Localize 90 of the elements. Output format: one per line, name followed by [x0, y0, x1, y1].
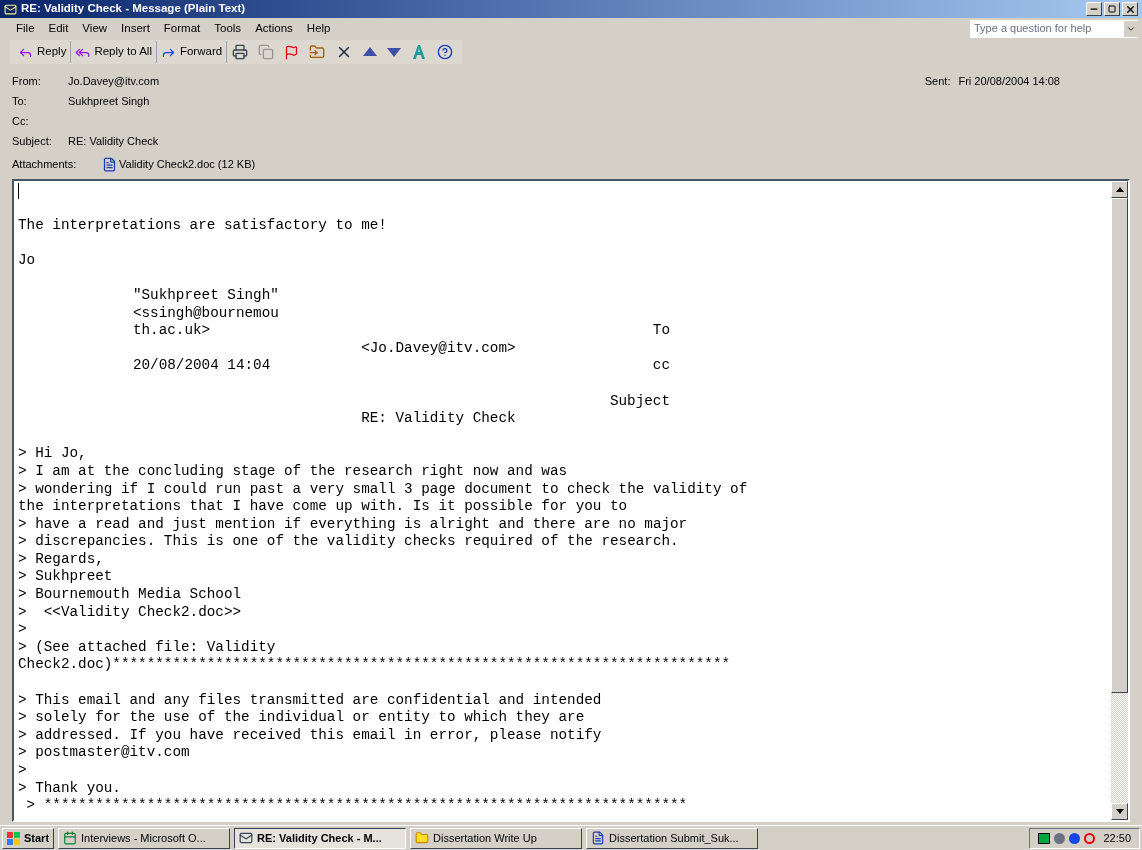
down-triangle-icon [387, 47, 402, 57]
scroll-up-button[interactable] [1111, 181, 1128, 198]
taskbar-button[interactable]: Dissertation Write Up [410, 827, 583, 849]
start-button[interactable]: Start [2, 827, 55, 849]
folder-icon [415, 831, 430, 845]
taskbar-button[interactable]: Interviews - Microsoft O... [58, 827, 231, 849]
quoted-line: > postmaster@itv.com [18, 744, 190, 762]
quoted-line: > have a read and just mention if everything is alright and there are no major [18, 515, 688, 534]
toolbar-button[interactable]: Forward [156, 41, 228, 63]
quoted-line: > solely for the use of the individual or entity to which they are [18, 709, 585, 727]
subject-value: RE: Validity Check [361, 410, 516, 428]
message-body[interactable] [12, 179, 1130, 822]
cc-label: cc [652, 357, 670, 375]
quoted-line: > Bournemouth Media School [18, 586, 242, 604]
quoted-line: > discrepancies. This is one of the validity checks required of the research. [18, 533, 679, 551]
window-title: RE: Validity Check - Message (Plain Text) [21, 1, 246, 17]
body-line: Jo [18, 251, 36, 270]
quoted-line: the interpretations that I have come up with. Is it possible for you to [18, 498, 628, 516]
field-label: Cc: [12, 114, 30, 130]
quoted-line: Check2.doc)************************************************************************ [18, 656, 731, 675]
menu-item[interactable]: Actions [255, 19, 293, 38]
text-cursor [18, 183, 19, 199]
scroll-thumb[interactable] [1111, 198, 1128, 693]
print-icon [232, 44, 249, 60]
sent-date: 20/08/2004 14:04 [132, 357, 271, 375]
letter-a-icon [411, 44, 428, 60]
menu-item[interactable]: File [16, 19, 35, 38]
up-triangle-icon [1115, 187, 1124, 192]
quoted-line: > <<Validity Check2.doc>> [18, 603, 242, 622]
sender-line: "Sukhpreet Singh" [132, 286, 279, 305]
scroll-down-button[interactable] [1111, 803, 1128, 820]
sender-line: <ssingh@bournemou [132, 304, 279, 323]
minimize-button[interactable] [1086, 2, 1102, 16]
quoted-line: > Regards, [18, 550, 104, 569]
taskbar-button[interactable]: RE: Validity Check - M... [234, 827, 407, 849]
menu-item[interactable]: Insert [121, 19, 150, 38]
help-search-field[interactable]: Type a question for help [970, 19, 1138, 38]
close-icon [1124, 3, 1136, 15]
field-value: RE: Validity Check [68, 134, 159, 150]
document-icon [591, 831, 606, 845]
menu-item[interactable]: Format [163, 19, 201, 38]
subject-label: Subject [609, 392, 670, 411]
toolbar-button[interactable]: Reply [14, 41, 72, 63]
copy-icon [258, 44, 275, 60]
sender-line: th.ac.uk> [132, 322, 211, 340]
field-value: Fri 20/08/2004 14:08 [958, 74, 1060, 90]
field-label: From: [12, 74, 42, 90]
quoted-line: > This email and any files transmitted are confidential and intended [18, 691, 602, 710]
toolbar-button[interactable]: Reply to All [71, 41, 157, 63]
folder-arrow-icon [309, 44, 326, 60]
field-label: To: [12, 94, 28, 110]
envelope-icon [4, 2, 17, 16]
menu-item[interactable]: Help [306, 19, 331, 38]
recipient-address: <Jo.Davey@itv.com> [361, 339, 516, 358]
quoted-line: > Hi Jo, [18, 445, 87, 463]
close-button[interactable] [1122, 2, 1138, 16]
help-icon [437, 44, 454, 60]
vertical-scrollbar[interactable] [1111, 181, 1128, 820]
quoted-line: > *************************************************************************** [25, 797, 688, 815]
up-triangle-icon [363, 47, 378, 57]
quoted-line: > [18, 621, 27, 639]
calendar-icon [63, 831, 78, 845]
field-label: Sent: [924, 74, 951, 90]
menu-item[interactable]: Tools [214, 19, 242, 38]
flag-icon [284, 44, 300, 60]
restore-button[interactable] [1104, 2, 1120, 16]
quoted-line: > I am at the concluding stage of the research right now and was [18, 462, 568, 481]
quoted-line: > [18, 762, 27, 780]
field-value: Jo.Davey@itv.com [68, 74, 160, 90]
quoted-line: > Thank you. [18, 779, 121, 798]
quoted-line: > (See attached file: Validity [18, 638, 276, 657]
document-icon [102, 156, 117, 172]
down-triangle-icon [1115, 809, 1124, 814]
restore-icon [1108, 5, 1116, 13]
quoted-line: > Sukhpreet [18, 568, 113, 587]
menu-item[interactable]: View [82, 19, 108, 38]
envelope-icon [239, 831, 254, 845]
field-label: Subject: [12, 134, 53, 150]
body-line: The interpretations are satisfactory to me! [18, 216, 387, 235]
quoted-line: > wondering if I could run past a very small 3 page document to check the validity of [18, 480, 748, 499]
to-label: To [652, 322, 670, 340]
menu-item[interactable]: Edit [48, 19, 69, 38]
field-value: Sukhpreet Singh [68, 94, 150, 110]
field-label: Attachments: [12, 156, 78, 172]
quoted-line: > addressed. If you have received this email in error, please notify [18, 726, 602, 745]
windows-logo-icon [7, 831, 20, 845]
attachment-link[interactable]: Validity Check2.doc (12 KB) [102, 155, 256, 173]
taskbar-button[interactable]: Dissertation Submit_Suk... [586, 827, 759, 849]
tray-icon[interactable] [1038, 832, 1051, 844]
clock: 22:50 [1103, 830, 1131, 846]
